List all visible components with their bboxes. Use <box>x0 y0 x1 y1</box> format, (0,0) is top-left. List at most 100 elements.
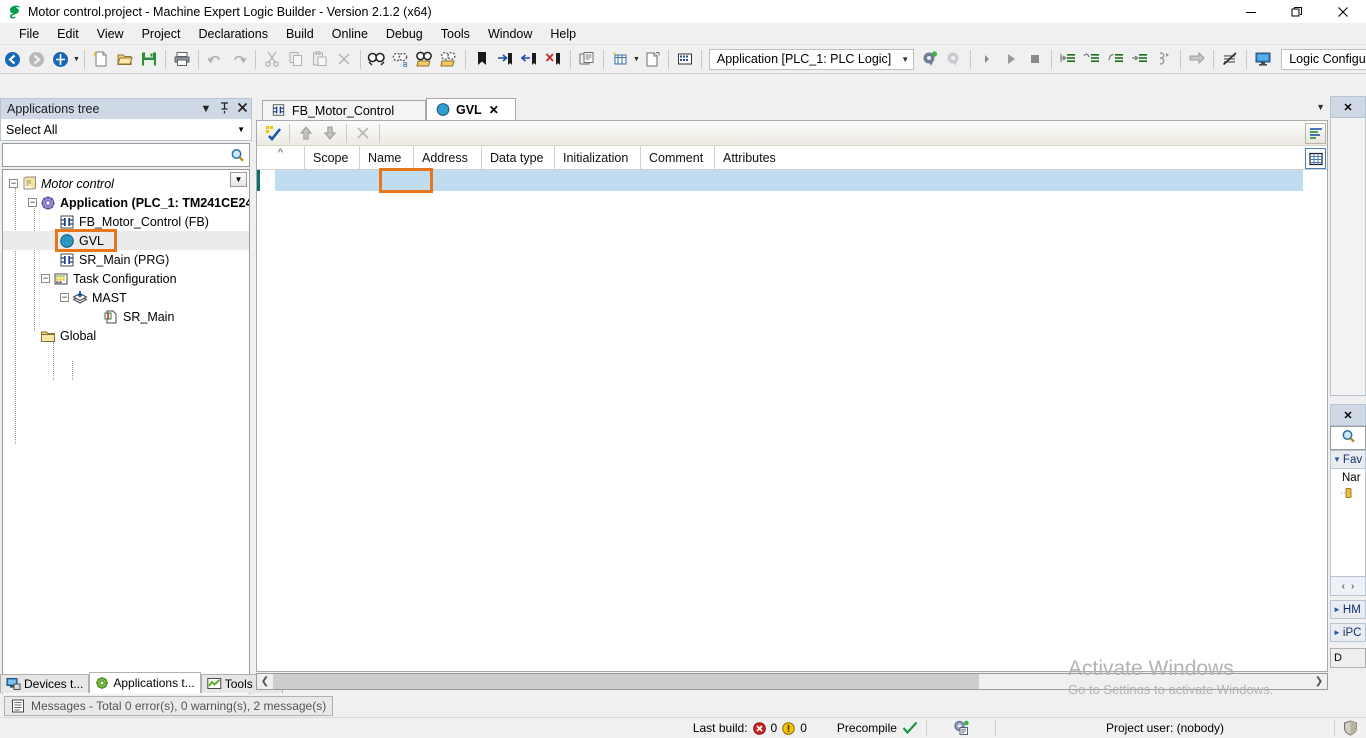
toolbox-section-favorites[interactable]: ▼ Fav <box>1330 450 1366 469</box>
editor-horizontal-scrollbar[interactable]: ❮ ❯ <box>256 673 1328 690</box>
menu-item-project[interactable]: Project <box>133 24 190 44</box>
editor-tab-gvl[interactable]: GVL ✕ <box>426 98 516 120</box>
menu-item-online[interactable]: Online <box>323 24 377 44</box>
search-icon[interactable] <box>225 148 249 163</box>
print-icon[interactable] <box>170 47 194 71</box>
back-icon[interactable] <box>0 47 24 71</box>
bookmark-prev-icon[interactable] <box>518 47 542 71</box>
select-all-dropdown[interactable]: Select All ▼ <box>0 119 252 141</box>
messages-tab[interactable]: Messages - Total 0 error(s), 0 warning(s… <box>4 696 334 716</box>
column-header-scope[interactable]: Scope <box>305 146 360 169</box>
close-window-button[interactable] <box>1320 0 1366 23</box>
tab-applications-tree[interactable]: Applications t... <box>89 672 201 693</box>
cell-data-type[interactable] <box>482 170 555 191</box>
find-in-project-icon[interactable] <box>413 47 437 71</box>
right-dock-toolbox-close[interactable]: ✕ <box>1330 404 1366 426</box>
column-header-address[interactable]: Address <box>414 146 482 169</box>
menu-item-build[interactable]: Build <box>277 24 323 44</box>
tabular-view-button[interactable] <box>1305 148 1326 169</box>
tree-item-fb-motor-control[interactable]: FB_Motor_Control (FB) <box>3 212 249 231</box>
toolbox-next-button[interactable]: › <box>1351 581 1354 592</box>
right-dock-bottom-tab[interactable]: D <box>1330 648 1366 668</box>
navigate-dropdown-caret-icon[interactable]: ▼ <box>73 56 80 63</box>
scrollbar-track[interactable] <box>273 674 1311 689</box>
menu-item-file[interactable]: File <box>10 24 48 44</box>
menu-item-edit[interactable]: Edit <box>48 24 88 44</box>
grid-sort-indicator[interactable]: ^ <box>257 146 305 169</box>
device-icon[interactable] <box>673 47 697 71</box>
menu-item-help[interactable]: Help <box>541 24 585 44</box>
replace-in-project-icon[interactable] <box>437 47 461 71</box>
menu-item-tools[interactable]: Tools <box>432 24 479 44</box>
search-icon[interactable] <box>1341 429 1356 447</box>
tree-expander[interactable]: − <box>60 293 69 302</box>
menu-item-declarations[interactable]: Declarations <box>189 24 276 44</box>
editor-tab-fb-motor-control[interactable]: FB_Motor_Control <box>262 100 426 120</box>
find-next-icon[interactable]: B <box>389 47 413 71</box>
scroll-right-arrow-icon[interactable]: ❯ <box>1311 674 1327 689</box>
tree-expander[interactable]: − <box>9 179 18 188</box>
tree-item-mast[interactable]: − MAST <box>3 288 249 307</box>
cell-comment[interactable] <box>641 170 715 191</box>
minimize-button[interactable] <box>1228 0 1274 23</box>
menu-item-debug[interactable]: Debug <box>377 24 432 44</box>
properties-icon[interactable] <box>575 47 599 71</box>
column-header-initialization[interactable]: Initialization <box>555 146 641 169</box>
cell-scope[interactable] <box>305 170 360 191</box>
toolbox-section-hmi[interactable]: ► HM <box>1330 600 1366 619</box>
tab-devices-tree[interactable]: Devices t... <box>0 674 90 693</box>
toolbar-overflow-icon[interactable] <box>975 47 999 71</box>
new-file-icon[interactable] <box>89 47 113 71</box>
close-icon[interactable] <box>233 102 251 116</box>
build-dropdown-caret-icon[interactable]: ▼ <box>633 56 640 63</box>
toolbox-prev-button[interactable]: ‹ <box>1342 581 1345 592</box>
pin-icon[interactable] <box>215 101 233 117</box>
tree-item-application[interactable]: − Application (PLC_1: TM241CE24R <box>3 193 249 212</box>
menu-item-window[interactable]: Window <box>479 24 541 44</box>
find-icon[interactable] <box>365 47 389 71</box>
applications-tree[interactable]: ▼ − Motor control − Application (PLC_1: … <box>2 169 250 738</box>
tree-item-task-configuration[interactable]: − Task Configuration <box>3 269 249 288</box>
tree-item-global[interactable]: Global <box>3 326 249 345</box>
tree-item-sr-main-call[interactable]: SR_Main <box>3 307 249 326</box>
chevron-down-icon[interactable]: ▼ <box>197 103 215 115</box>
toolbox-section-ipc[interactable]: ► iPC <box>1330 623 1366 642</box>
configuration-selector[interactable]: Logic Configuration ▼ <box>1281 48 1366 70</box>
tree-item-motor-control[interactable]: − Motor control <box>3 174 249 193</box>
column-header-name[interactable]: Name <box>360 146 414 169</box>
column-header-data-type[interactable]: Data type <box>482 146 555 169</box>
login-icon[interactable] <box>918 47 942 71</box>
navigate-icon[interactable] <box>48 47 72 71</box>
tree-item-sr-main-prg[interactable]: SR_Main (PRG) <box>3 250 249 269</box>
application-selector[interactable]: Application [PLC_1: PLC Logic] ▼ <box>708 48 915 70</box>
toolbox-list-item[interactable] <box>1336 486 1365 503</box>
close-icon[interactable]: ✕ <box>489 103 499 117</box>
open-folder-icon[interactable] <box>113 47 137 71</box>
autodeclare-icon[interactable] <box>261 121 285 145</box>
right-dock-top-close[interactable]: ✕ <box>1330 96 1366 118</box>
editor-tabs-dropdown-icon[interactable]: ▼ <box>1316 102 1325 112</box>
name-cell-highlight[interactable] <box>379 168 433 193</box>
toolbox-pager[interactable]: ‹ › <box>1330 577 1366 596</box>
scroll-left-arrow-icon[interactable]: ❮ <box>257 674 273 689</box>
security-status[interactable] <box>1335 718 1366 738</box>
toolbox-search[interactable] <box>1330 426 1366 450</box>
bookmark-next-icon[interactable] <box>494 47 518 71</box>
save-icon[interactable] <box>137 47 161 71</box>
tree-expander[interactable]: − <box>41 274 50 283</box>
toolbox-list[interactable]: Nar <box>1330 469 1366 577</box>
bookmark-clear-icon[interactable] <box>542 47 566 71</box>
cell-initialization[interactable] <box>555 170 641 191</box>
scrollbar-thumb[interactable] <box>273 674 979 689</box>
bookmark-icon[interactable] <box>470 47 494 71</box>
generate-code-icon[interactable] <box>640 47 664 71</box>
column-header-attributes[interactable]: Attributes <box>715 146 821 169</box>
tree-search-input[interactable] <box>3 145 225 165</box>
textual-view-button[interactable] <box>1305 123 1326 144</box>
precompile-indicator[interactable] <box>927 718 995 738</box>
maximize-restore-button[interactable] <box>1274 0 1320 23</box>
tree-expander[interactable]: − <box>28 198 37 207</box>
build-icon[interactable] <box>608 47 632 71</box>
tree-item-gvl[interactable]: GVL <box>3 229 249 252</box>
column-header-comment[interactable]: Comment <box>641 146 715 169</box>
